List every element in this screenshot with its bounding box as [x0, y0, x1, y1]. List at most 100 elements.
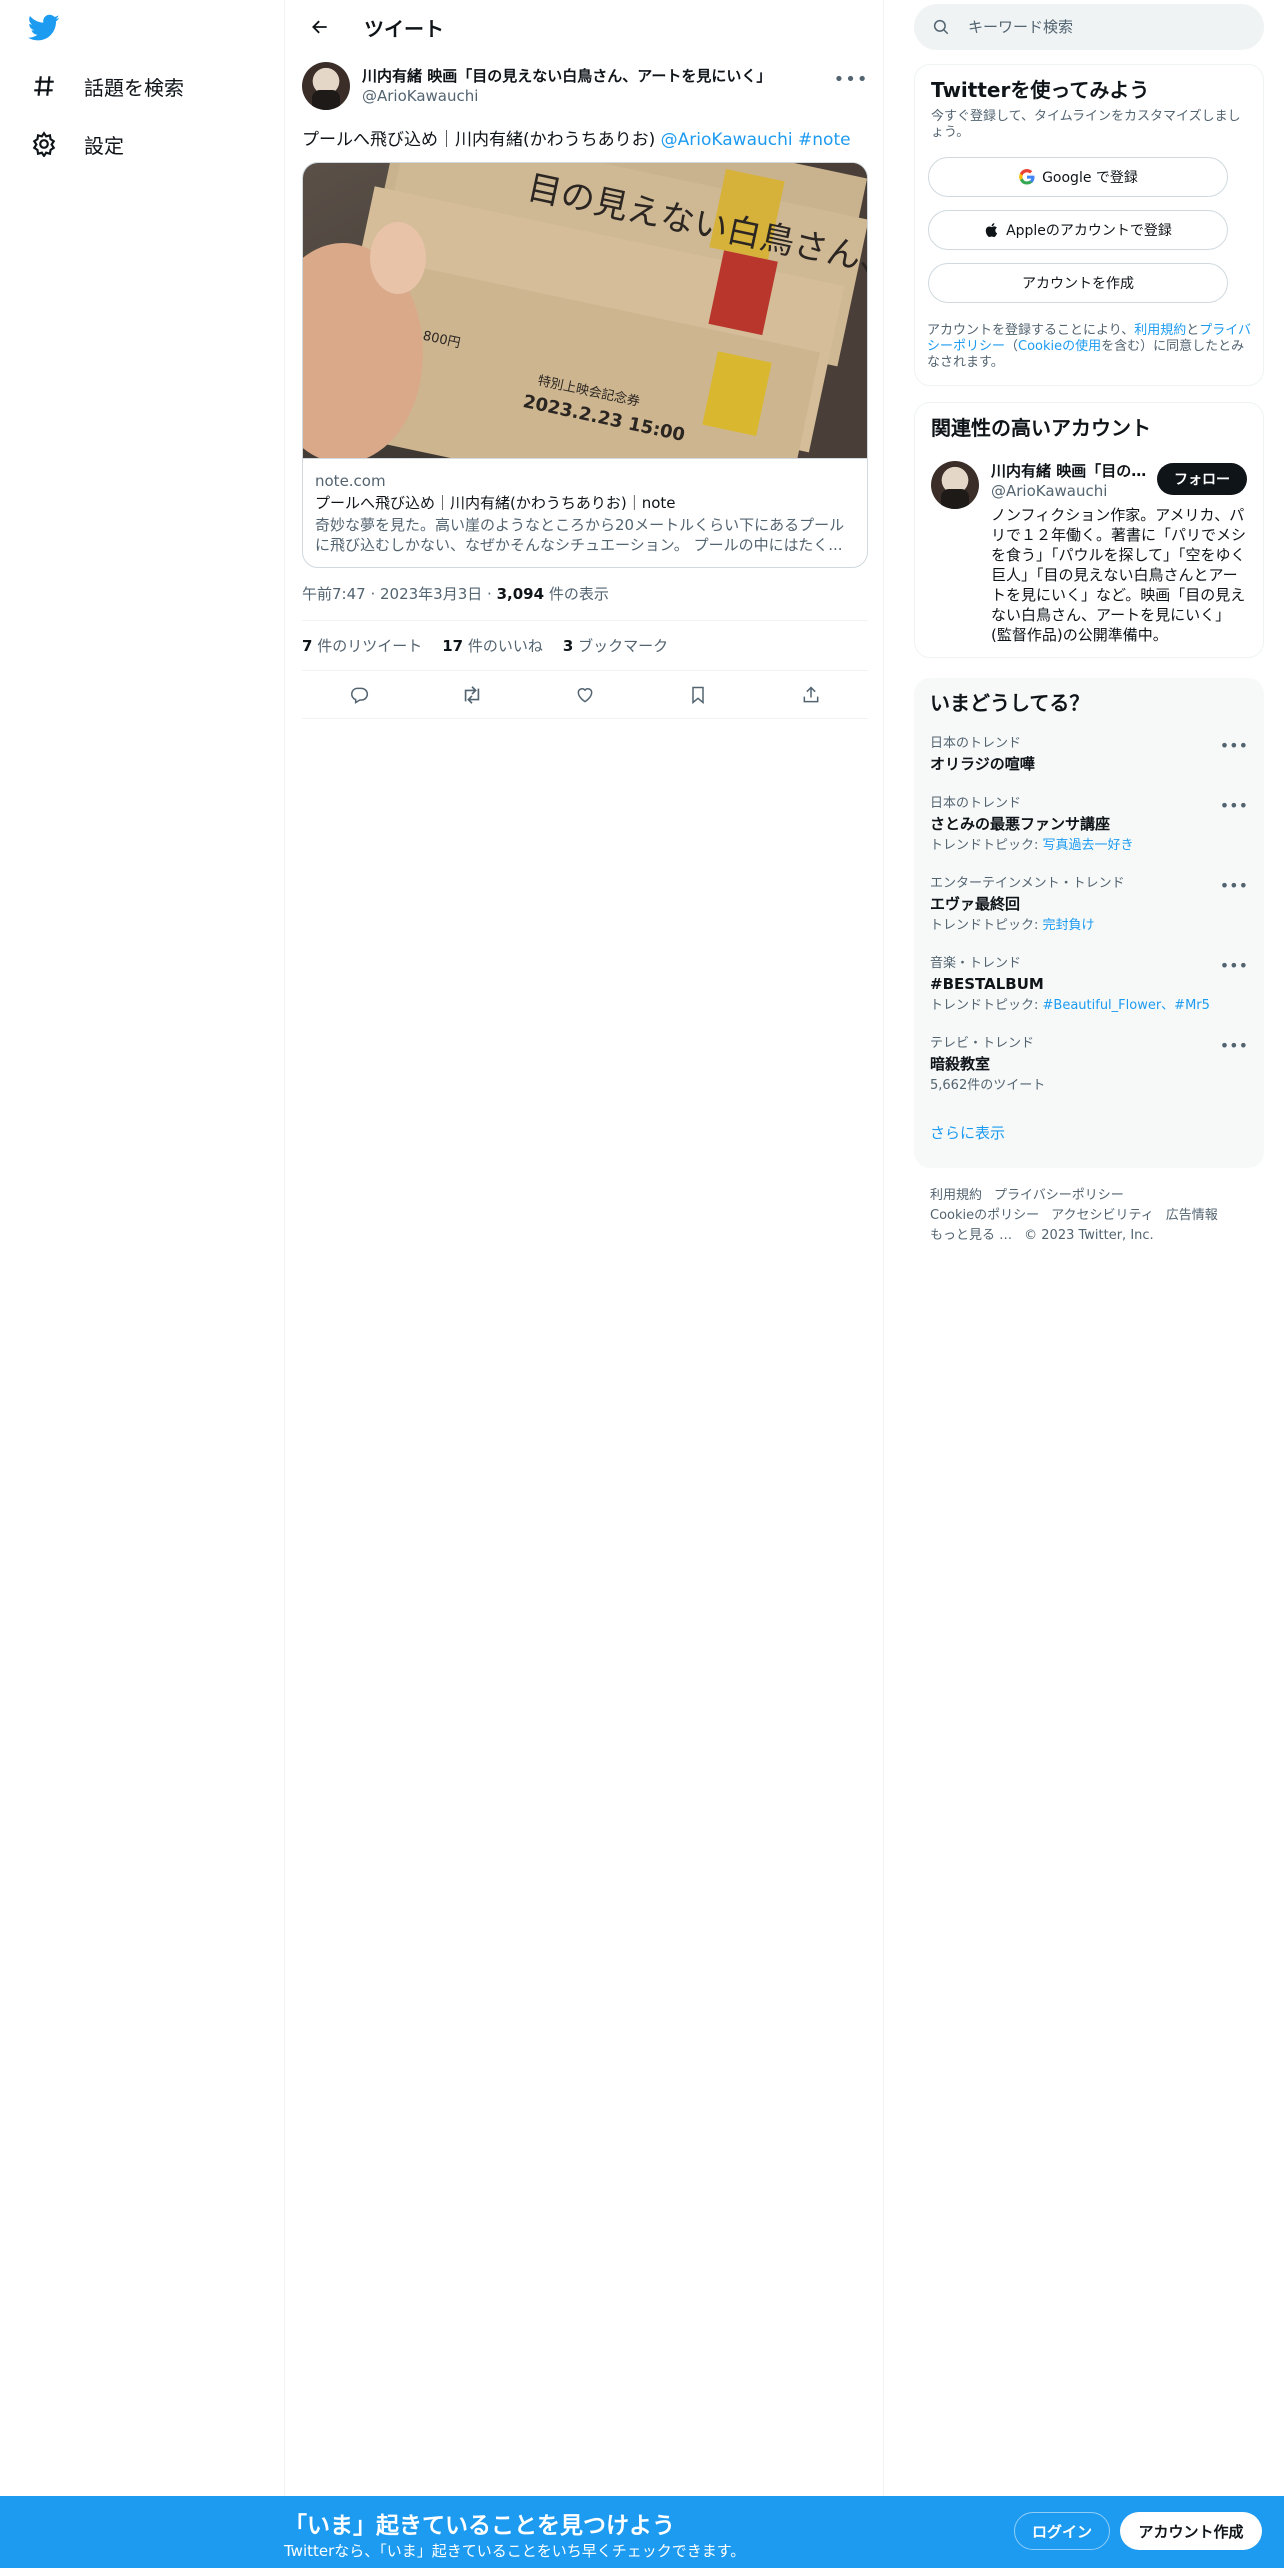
trend-topic-link[interactable]: 写真過去一好き: [1043, 838, 1134, 853]
views-count: 3,094: [496, 585, 545, 603]
footer-links: 利用規約 プライバシーポリシー Cookieのポリシー アクセシビリティ 広告情報 も…: [930, 1186, 1250, 1246]
tweet-date[interactable]: 2023年3月3日: [380, 585, 482, 603]
related-handle[interactable]: @ArioKawauchi: [991, 481, 1151, 501]
create-account-button[interactable]: アカウントを作成: [928, 263, 1228, 303]
search-box[interactable]: [914, 4, 1264, 50]
bookmarks-stat[interactable]: 3 ブックマーク: [563, 635, 668, 656]
show-more-link[interactable]: さらに表示: [930, 1122, 1248, 1143]
share-button[interactable]: [792, 676, 830, 714]
sidebar-item-settings[interactable]: 設定: [28, 124, 124, 164]
search-input[interactable]: [968, 18, 1228, 36]
trend-topic-link[interactable]: 完封負け: [1043, 918, 1095, 933]
footer-more-link[interactable]: もっと見る …: [930, 1228, 1012, 1243]
author-handle[interactable]: @ArioKawauchi: [362, 86, 834, 106]
footer-privacy-link[interactable]: プライバシーポリシー: [994, 1188, 1124, 1203]
author-name[interactable]: 川内有緒 映画「目の見えない白鳥さん、アートを見にいく」: [362, 66, 834, 86]
trend-item[interactable]: 音楽・トレンド #BESTALBUM トレンドトピック: #Beautiful_…: [930, 956, 1248, 1014]
more-options-icon[interactable]: •••: [1220, 1036, 1248, 1055]
tweet-header: ツイート: [286, 0, 883, 54]
related-title: 関連性の高いアカウント: [931, 416, 1151, 440]
trend-context: 日本のトレンド: [930, 796, 1022, 811]
tweet-body: プールへ飛び込め｜川内有緒(かわうちありお): [302, 130, 656, 150]
footer-terms-link[interactable]: 利用規約: [930, 1188, 982, 1203]
more-options-icon[interactable]: •••: [834, 62, 868, 96]
signup-button[interactable]: アカウント作成: [1120, 2512, 1262, 2550]
trend-item[interactable]: 日本のトレンド オリラジの喧嘩 •••: [930, 736, 1248, 774]
related-account[interactable]: 川内有緒 映画「目の見えない白鳥さん、アートを見にいく」 @ArioKawauc…: [931, 461, 1247, 645]
trend-item[interactable]: テレビ・トレンド 暗殺教室 5,662件のツイート •••: [930, 1036, 1248, 1094]
copyright: © 2023 Twitter, Inc.: [1024, 1228, 1154, 1243]
apple-signup-label: Appleのアカウントで登録: [1006, 223, 1172, 239]
card-title: プールへ飛び込め｜川内有緒(かわうちありお)｜note: [315, 494, 676, 512]
create-account-label: アカウントを作成: [1022, 276, 1134, 292]
retweets-count: 7: [302, 637, 313, 655]
trend-topic-link[interactable]: #Beautiful_Flower、#Mr5: [1043, 998, 1210, 1013]
trend-tweet-count: 5,662件のツイート: [930, 1078, 1046, 1093]
more-options-icon[interactable]: •••: [1220, 956, 1248, 975]
trend-context: 日本のトレンド: [930, 736, 1022, 751]
google-signup-button[interactable]: Google で登録: [928, 157, 1228, 197]
mention-link[interactable]: @ArioKawauchi: [661, 130, 793, 150]
retweet-button[interactable]: [453, 676, 491, 714]
avatar[interactable]: [302, 62, 350, 110]
trend-topic-prefix: トレンドトピック:: [930, 918, 1043, 933]
retweets-stat[interactable]: 7 件のリツイート: [302, 635, 422, 656]
signup-fine-print: アカウントを登録することにより、利用規約とプライバシーポリシー（Cookieの使…: [927, 323, 1251, 371]
gear-icon: [28, 128, 60, 160]
more-options-icon[interactable]: •••: [1220, 736, 1248, 755]
reply-icon: [350, 687, 368, 704]
bookmark-button[interactable]: [679, 676, 717, 714]
related-accounts-panel: 関連性の高いアカウント 川内有緒 映画「目の見えない白鳥さん、アートを見にいく」…: [914, 402, 1264, 658]
like-button[interactable]: [566, 676, 604, 714]
more-options-icon[interactable]: •••: [1220, 796, 1248, 815]
tweet-time[interactable]: 午前7:47: [302, 585, 366, 603]
login-button[interactable]: ログイン: [1014, 2512, 1110, 2550]
sidebar-item-label: 設定: [84, 133, 124, 158]
card-description: 奇妙な夢を見た。高い崖のようなところから20メートルくらい下にあるプールに飛び込…: [315, 516, 845, 554]
footer-cookie-link[interactable]: Cookieのポリシー: [930, 1208, 1039, 1223]
tweet-stats: 7 件のリツイート 17 件のいいね 3 ブックマーク: [302, 621, 868, 671]
trends-panel: いまどうしてる？ 日本のトレンド オリラジの喧嘩 ••• 日本のトレンド さとみ…: [914, 678, 1264, 1168]
follow-button[interactable]: フォロー: [1157, 463, 1247, 495]
bottom-bar-title: 「いま」起きていることを見つけよう: [284, 2513, 675, 2539]
footer-ads-link[interactable]: 広告情報: [1166, 1208, 1218, 1223]
cookie-link[interactable]: Cookieの使用: [1018, 339, 1101, 354]
reply-button[interactable]: [340, 676, 378, 714]
bookmarks-count: 3: [562, 637, 574, 655]
sidebar-item-label: 話題を検索: [84, 75, 184, 100]
terms-link[interactable]: 利用規約: [1134, 323, 1186, 338]
footer-accessibility-link[interactable]: アクセシビリティ: [1051, 1208, 1154, 1223]
hashtag-link[interactable]: #note: [798, 130, 851, 150]
likes-label: 件のいいね: [467, 637, 543, 655]
card-domain: note.com: [315, 472, 386, 490]
arrow-left-icon: [312, 20, 327, 34]
related-bio: ノンフィクション作家。アメリカ、パリで１２年働く。著書に「パリでメシを食う」「パ…: [991, 506, 1247, 644]
trend-item[interactable]: 日本のトレンド さとみの最悪ファンサ講座 トレンドトピック: 写真過去一好き •…: [930, 796, 1248, 854]
apple-signup-button[interactable]: Appleのアカウントで登録: [928, 210, 1228, 250]
trend-topic-prefix: トレンドトピック:: [930, 838, 1043, 853]
tweet: 川内有緒 映画「目の見えない白鳥さん、アートを見にいく」 @ArioKawauc…: [286, 62, 884, 719]
fine-text: （: [1005, 339, 1019, 354]
related-name[interactable]: 川内有緒 映画「目の見えない白鳥さん、アートを見にいく」: [991, 461, 1151, 481]
trend-topic-prefix: トレンドトピック:: [930, 998, 1043, 1013]
retweets-label: 件のリツイート: [317, 637, 423, 655]
back-button[interactable]: [302, 9, 338, 45]
avatar[interactable]: [931, 461, 979, 509]
link-card[interactable]: 目の見えない白鳥さん、アートを見にいく 一般 1800円 特別上映会記念券 20…: [302, 162, 868, 568]
sidebar-item-explore[interactable]: 話題を検索: [28, 66, 184, 106]
views-label: 件の表示: [548, 585, 609, 603]
trend-context: エンターテインメント・トレンド: [930, 876, 1125, 891]
trend-topic: トレンドトピック: 完封負け: [930, 918, 1248, 934]
signup-panel: Twitterを使ってみよう 今すぐ登録して、タイムラインをカスタマイズしましょ…: [914, 64, 1264, 386]
heart-icon: [577, 687, 593, 703]
apple-icon: [985, 223, 998, 238]
twitter-logo-icon[interactable]: [27, 14, 60, 44]
trend-item[interactable]: エンターテインメント・トレンド エヴァ最終回 トレンドトピック: 完封負け ••…: [930, 876, 1248, 934]
more-options-icon[interactable]: •••: [1220, 876, 1248, 895]
trends-title: いまどうしてる？: [930, 691, 1090, 715]
retweet-icon: [464, 685, 480, 704]
likes-stat[interactable]: 17 件のいいね: [442, 635, 543, 656]
fine-text: アカウントを登録することにより、: [927, 323, 1135, 338]
bookmarks-label: ブックマーク: [578, 637, 669, 655]
search-icon: [933, 19, 949, 35]
